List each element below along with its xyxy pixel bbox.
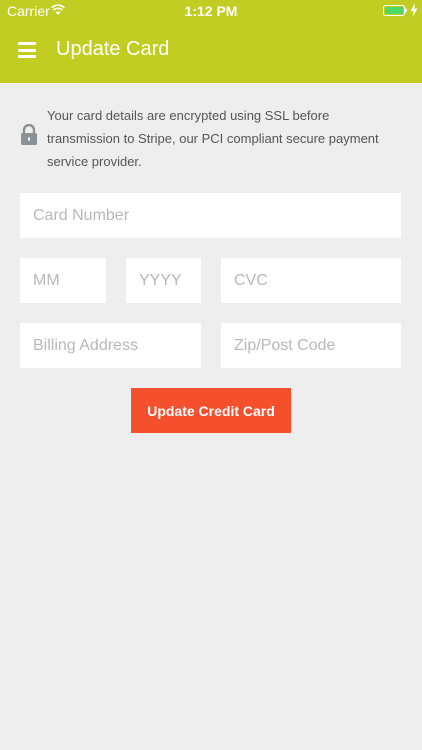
zip-code-input[interactable] [221,323,401,368]
battery-icon [383,5,407,16]
app-header: Carrier 1:12 PM Update Card [0,0,422,83]
charging-bolt-icon [410,3,418,17]
status-time: 1:12 PM [184,3,238,19]
card-number-input[interactable] [20,193,401,238]
expiry-month-input[interactable] [20,258,106,303]
expiry-year-input[interactable] [126,258,201,303]
hamburger-menu-icon[interactable] [18,42,36,58]
update-credit-card-button[interactable]: Update Credit Card [131,388,291,433]
billing-address-input[interactable] [20,323,201,368]
page-title: Update Card [56,38,170,60]
status-bar: Carrier 1:12 PM [0,0,422,22]
encryption-notice-text: Your card details are encrypted using SS… [47,108,379,169]
lock-icon [21,124,37,145]
cvc-input[interactable] [221,258,401,303]
